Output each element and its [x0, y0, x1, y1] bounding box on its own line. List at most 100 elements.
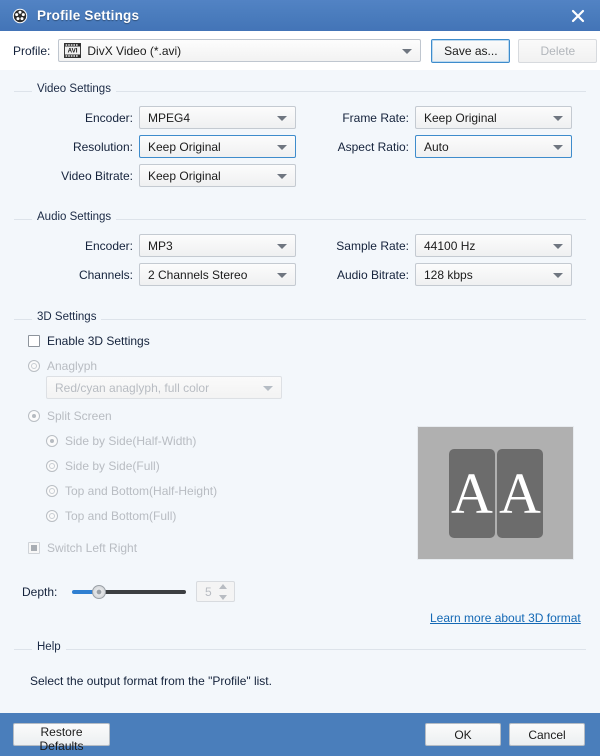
- audio-bitrate-label: Audio Bitrate:: [304, 268, 409, 282]
- learn-more-3d-link[interactable]: Learn more about 3D format: [430, 611, 581, 625]
- aspect-ratio-label: Aspect Ratio:: [304, 140, 409, 154]
- video-bitrate-label: Video Bitrate:: [28, 169, 133, 183]
- anaglyph-type-value: Red/cyan anaglyph, full color: [55, 381, 209, 395]
- frame-rate-value: Keep Original: [424, 111, 497, 125]
- chevron-down-icon: [277, 174, 287, 179]
- preview-pane-left: A: [449, 449, 495, 538]
- profile-bar: Profile:: [0, 31, 600, 71]
- chevron-down-icon: [277, 273, 287, 278]
- cancel-button[interactable]: Cancel: [509, 723, 585, 746]
- svg-text:AVI: AVI: [68, 48, 78, 55]
- close-icon[interactable]: [566, 4, 590, 28]
- aspect-ratio-value: Auto: [424, 140, 449, 154]
- audio-bitrate-select[interactable]: 128 kbps: [415, 263, 572, 286]
- resolution-value: Keep Original: [148, 140, 221, 154]
- audio-encoder-value: MP3: [148, 239, 173, 253]
- video-bitrate-select[interactable]: Keep Original: [139, 164, 296, 187]
- split-option-radio: [46, 510, 58, 522]
- audio-bitrate-value: 128 kbps: [424, 268, 473, 282]
- split-option-top-bottom-half-row: Top and Bottom(Half-Height): [46, 484, 217, 498]
- split-option-radio: [46, 435, 58, 447]
- audio-settings-title: Audio Settings: [32, 211, 116, 223]
- switch-left-right-row: Switch Left Right: [28, 541, 137, 555]
- switch-left-right-checkbox: [28, 542, 40, 554]
- audio-encoder-label: Encoder:: [28, 239, 133, 253]
- split-option-side-by-side-full-row: Side by Side(Full): [46, 459, 160, 473]
- split-option-radio: [46, 485, 58, 497]
- video-encoder-label: Encoder:: [28, 111, 133, 125]
- gear-icon: [11, 7, 28, 24]
- frame-rate-label: Frame Rate:: [304, 111, 409, 125]
- chevron-down-icon: [402, 49, 412, 54]
- slider-track-empty: [99, 590, 186, 594]
- split-screen-radio-row: Split Screen: [28, 409, 112, 423]
- title-bar: Profile Settings: [0, 0, 600, 31]
- split-screen-label: Split Screen: [47, 409, 112, 423]
- split-option-label: Side by Side(Half-Width): [65, 434, 196, 448]
- ok-button[interactable]: OK: [425, 723, 501, 746]
- footer-bar: Restore Defaults OK Cancel: [0, 713, 600, 756]
- channels-value: 2 Channels Stereo: [148, 268, 247, 282]
- group-divider: [14, 649, 586, 650]
- three-d-preview-image: A A: [417, 426, 574, 560]
- three-d-settings-title: 3D Settings: [32, 311, 101, 323]
- frame-rate-select[interactable]: Keep Original: [415, 106, 572, 129]
- sample-rate-label: Sample Rate:: [304, 239, 409, 253]
- anaglyph-radio: [28, 360, 40, 372]
- depth-slider[interactable]: [72, 583, 186, 601]
- avi-file-icon: AVI: [64, 43, 81, 58]
- settings-panel: Video Settings Encoder: MPEG4 Resolution…: [0, 70, 600, 713]
- stepper-buttons: [219, 584, 230, 600]
- split-option-label: Side by Side(Full): [65, 459, 160, 473]
- sample-rate-select[interactable]: 44100 Hz: [415, 234, 572, 257]
- switch-left-right-label: Switch Left Right: [47, 541, 137, 555]
- split-screen-radio: [28, 410, 40, 422]
- depth-stepper: 5: [196, 581, 235, 602]
- split-option-side-by-side-half-row: Side by Side(Half-Width): [46, 434, 196, 448]
- resolution-label: Resolution:: [28, 140, 133, 154]
- sample-rate-value: 44100 Hz: [424, 239, 475, 253]
- profile-selected-value: DivX Video (*.avi): [87, 44, 181, 58]
- anaglyph-type-select: Red/cyan anaglyph, full color: [46, 376, 282, 399]
- restore-defaults-button[interactable]: Restore Defaults: [13, 723, 110, 746]
- chevron-down-icon: [553, 145, 563, 150]
- split-option-label: Top and Bottom(Full): [65, 509, 176, 523]
- profile-label: Profile:: [13, 44, 50, 58]
- chevron-up-icon: [219, 584, 227, 589]
- depth-value: 5: [205, 585, 212, 599]
- save-as-button[interactable]: Save as...: [431, 39, 510, 63]
- video-settings-title: Video Settings: [32, 83, 116, 95]
- video-settings-group: Video Settings: [14, 82, 586, 182]
- slider-thumb[interactable]: [92, 585, 106, 599]
- enable-3d-checkbox[interactable]: [28, 335, 40, 347]
- depth-label: Depth:: [22, 585, 68, 599]
- anaglyph-radio-row: Anaglyph: [28, 359, 97, 373]
- chevron-down-icon: [277, 244, 287, 249]
- anaglyph-label: Anaglyph: [47, 359, 97, 373]
- chevron-down-icon: [277, 116, 287, 121]
- video-encoder-value: MPEG4: [148, 111, 190, 125]
- channels-label: Channels:: [28, 268, 133, 282]
- chevron-down-icon: [277, 145, 287, 150]
- aspect-ratio-select[interactable]: Auto: [415, 135, 572, 158]
- split-option-radio: [46, 460, 58, 472]
- help-group: Help: [14, 640, 586, 700]
- audio-encoder-select[interactable]: MP3: [139, 234, 296, 257]
- resolution-select[interactable]: Keep Original: [139, 135, 296, 158]
- profile-settings-dialog: Profile Settings Profile:: [0, 0, 600, 756]
- window-title: Profile Settings: [37, 8, 139, 23]
- delete-button: Delete: [518, 39, 597, 63]
- help-title: Help: [32, 641, 66, 653]
- channels-select[interactable]: 2 Channels Stereo: [139, 263, 296, 286]
- chevron-down-icon: [219, 595, 227, 600]
- profile-select[interactable]: AVI DivX Video (*.avi): [58, 39, 421, 62]
- help-text: Select the output format from the "Profi…: [30, 674, 272, 688]
- video-bitrate-value: Keep Original: [148, 169, 221, 183]
- chevron-down-icon: [553, 244, 563, 249]
- split-option-label: Top and Bottom(Half-Height): [65, 484, 217, 498]
- preview-panes: A A: [449, 449, 543, 538]
- enable-3d-checkbox-row[interactable]: Enable 3D Settings: [28, 334, 150, 348]
- video-encoder-select[interactable]: MPEG4: [139, 106, 296, 129]
- chevron-down-icon: [553, 273, 563, 278]
- split-option-top-bottom-full-row: Top and Bottom(Full): [46, 509, 176, 523]
